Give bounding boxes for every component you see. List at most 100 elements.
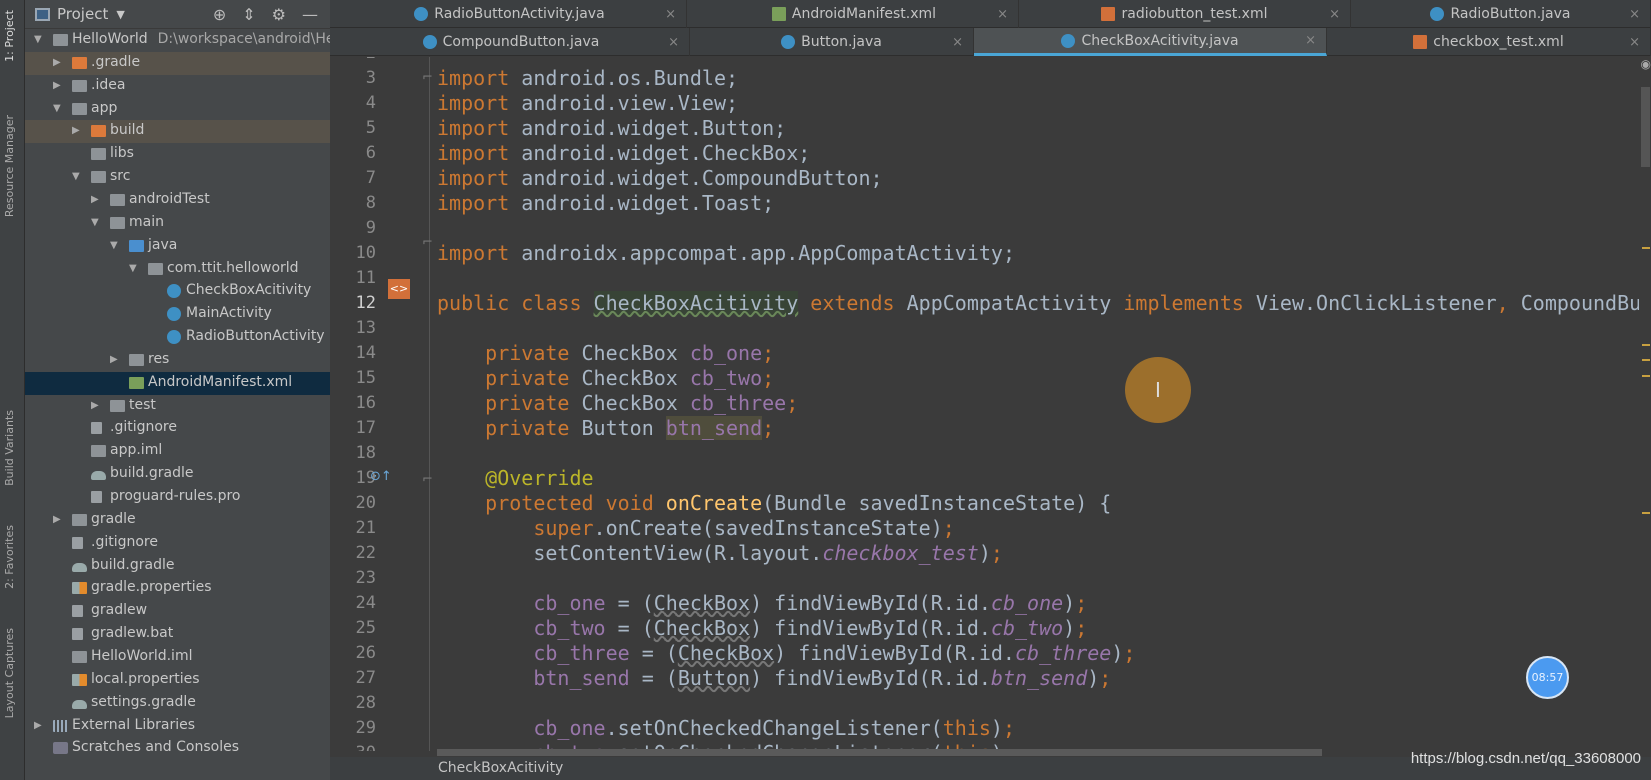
tree-item[interactable]: ▶ res bbox=[25, 349, 330, 372]
close-icon[interactable]: × bbox=[1629, 35, 1640, 50]
locate-icon[interactable]: ⊕ bbox=[213, 5, 226, 24]
tree-item[interactable]: ▼ src bbox=[25, 166, 330, 189]
tree-item[interactable]: settings.gradle bbox=[25, 692, 330, 715]
fold-icon[interactable]: ⌐ bbox=[422, 235, 433, 250]
tree-item[interactable]: RadioButtonActivity bbox=[25, 326, 330, 349]
tree-item[interactable]: build.gradle bbox=[25, 555, 330, 578]
project-view-title[interactable]: Project bbox=[57, 5, 108, 23]
collapse-arrow-icon[interactable]: ▶ bbox=[72, 125, 80, 136]
code-line[interactable]: 2 bbox=[330, 57, 1651, 66]
tree-item[interactable]: ▶ build bbox=[25, 120, 330, 144]
code-line[interactable]: 14 private CheckBox cb_one; bbox=[330, 341, 1651, 366]
code-line[interactable]: 20 protected void onCreate(Bundle savedI… bbox=[330, 491, 1651, 516]
collapse-arrow-icon[interactable]: ▶ bbox=[91, 400, 99, 411]
code-line[interactable]: 11 bbox=[330, 266, 1651, 291]
tree-item[interactable]: HelloWorld.iml bbox=[25, 646, 330, 669]
tree-item[interactable]: local.properties bbox=[25, 669, 330, 692]
code-editor[interactable]: 23import android.os.Bundle;4import andro… bbox=[330, 57, 1651, 751]
tree-item[interactable]: ▶ .gradle bbox=[25, 51, 330, 75]
tree-item[interactable]: Scratches and Consoles bbox=[25, 737, 330, 760]
tab-radiobutton-test-xml[interactable]: radiobutton_test.xml × bbox=[1019, 0, 1351, 28]
code-line[interactable]: 28 bbox=[330, 691, 1651, 716]
tree-item[interactable]: ▶ .idea bbox=[25, 75, 330, 98]
tree-item[interactable]: ▼ HelloWorld D:\workspace\android\Hel bbox=[25, 29, 330, 52]
collapse-arrow-icon[interactable]: ▶ bbox=[34, 720, 42, 731]
eye-icon[interactable]: ◉ bbox=[1641, 57, 1651, 71]
tree-item[interactable]: MainActivity bbox=[25, 303, 330, 326]
tree-item[interactable]: gradlew bbox=[25, 600, 330, 623]
code-line[interactable]: 9 bbox=[330, 216, 1651, 241]
tree-item[interactable]: .gitignore bbox=[25, 532, 330, 555]
tree-item[interactable]: ▶ androidTest bbox=[25, 189, 330, 212]
close-icon[interactable]: × bbox=[1629, 7, 1640, 22]
expand-arrow-icon[interactable]: ▼ bbox=[129, 263, 137, 274]
code-line[interactable]: 27 btn_send = (Button) findViewById(R.id… bbox=[330, 666, 1651, 691]
tab-androidmanifest-xml[interactable]: AndroidManifest.xml × bbox=[690, 0, 1019, 28]
close-icon[interactable]: × bbox=[1329, 7, 1340, 22]
tree-item[interactable]: gradle.properties bbox=[25, 577, 330, 600]
collapse-arrow-icon[interactable]: ▶ bbox=[53, 514, 61, 525]
code-line[interactable]: 17 private Button btn_send; bbox=[330, 415, 1651, 441]
tab-checkboxacitivity-java[interactable]: CheckBoxAcitivity.java × bbox=[974, 28, 1327, 56]
tree-item[interactable]: ▶ gradle bbox=[25, 509, 330, 532]
tree-item[interactable]: ▼ com.ttit.helloworld bbox=[25, 258, 330, 281]
close-icon[interactable]: × bbox=[668, 35, 679, 50]
breadcrumb-class[interactable]: CheckBoxAcitivity bbox=[438, 760, 563, 776]
tree-item[interactable]: proguard-rules.pro bbox=[25, 486, 330, 509]
tool-window-2-favorites[interactable]: 2: Favorites bbox=[3, 525, 16, 589]
code-line[interactable]: 24 cb_one = (CheckBox) findViewById(R.id… bbox=[330, 591, 1651, 616]
tree-item[interactable]: AndroidManifest.xml bbox=[25, 371, 330, 395]
tree-item[interactable]: build.gradle bbox=[25, 463, 330, 486]
expand-arrow-icon[interactable]: ▼ bbox=[34, 34, 42, 45]
code-line[interactable]: 10 import androidx.appcompat.app.AppCompa… bbox=[330, 241, 1651, 266]
expand-arrow-icon[interactable]: ▼ bbox=[91, 217, 99, 228]
close-icon[interactable]: × bbox=[952, 35, 963, 50]
collapse-arrow-icon[interactable]: ▶ bbox=[91, 194, 99, 205]
project-panel-header[interactable]: Project ▼ ⊕ ⇕ ⚙ — bbox=[25, 0, 330, 29]
code-line[interactable]: 23 bbox=[330, 566, 1651, 591]
code-line[interactable]: 12 public class CheckBoxAcitivity extends… bbox=[330, 290, 1651, 316]
expand-arrow-icon[interactable]: ▼ bbox=[72, 171, 80, 182]
horizontal-scrollbar[interactable] bbox=[437, 749, 1322, 756]
vertical-scrollbar[interactable]: ◉ bbox=[1639, 57, 1651, 751]
tab-checkbox-test-xml[interactable]: checkbox_test.xml × bbox=[1327, 28, 1651, 56]
xml-layout-icon[interactable]: <> bbox=[388, 279, 410, 299]
code-line[interactable]: 6 import android.widget.CheckBox; bbox=[330, 141, 1651, 166]
tree-item[interactable]: CheckBoxAcitivity bbox=[25, 280, 330, 303]
tab-button-java[interactable]: Button.java × bbox=[690, 28, 974, 56]
scroll-thumb[interactable] bbox=[1641, 87, 1650, 167]
tree-item[interactable]: ▼ app bbox=[25, 98, 330, 121]
tree-item[interactable]: .gitignore bbox=[25, 417, 330, 440]
tab-radiobuttonactivity-java[interactable]: RadioButtonActivity.java × bbox=[333, 0, 687, 28]
code-line[interactable]: 15 private CheckBox cb_two; bbox=[330, 366, 1651, 391]
code-line[interactable]: 29 cb_one.setOnCheckedChangeListener(thi… bbox=[330, 716, 1651, 741]
code-line[interactable]: 13 bbox=[330, 316, 1651, 341]
tree-item[interactable]: gradlew.bat bbox=[25, 623, 330, 646]
code-line[interactable]: 21 super.onCreate(savedInstanceState); bbox=[330, 516, 1651, 541]
code-line[interactable]: 18 bbox=[330, 441, 1651, 466]
fold-icon[interactable]: ⌐ bbox=[422, 70, 433, 85]
code-line[interactable]: 7 import android.widget.CompoundButton; bbox=[330, 166, 1651, 191]
code-line[interactable]: 3 import android.os.Bundle; bbox=[330, 66, 1651, 91]
tree-item[interactable]: ▶ test bbox=[25, 395, 330, 418]
collapse-icon[interactable]: ⇕ bbox=[242, 5, 255, 24]
collapse-arrow-icon[interactable]: ▶ bbox=[53, 80, 61, 91]
code-line[interactable]: 25 cb_two = (CheckBox) findViewById(R.id… bbox=[330, 616, 1651, 641]
expand-arrow-icon[interactable]: ▼ bbox=[110, 240, 118, 251]
expand-arrow-icon[interactable]: ▼ bbox=[53, 103, 61, 114]
tab-radiobutton-java[interactable]: RadioButton.java × bbox=[1351, 0, 1651, 28]
close-icon[interactable]: × bbox=[997, 7, 1008, 22]
code-line[interactable]: 19 @Override bbox=[330, 466, 1651, 491]
override-icon[interactable]: ⊙↑ bbox=[370, 469, 392, 484]
code-line[interactable]: 22 setContentView(R.layout.checkbox_test… bbox=[330, 541, 1651, 566]
code-line[interactable]: 8 import android.widget.Toast; bbox=[330, 191, 1651, 216]
close-icon[interactable]: × bbox=[665, 7, 676, 22]
tool-window-build-variants[interactable]: Build Variants bbox=[3, 410, 16, 486]
tree-item[interactable]: ▼ main bbox=[25, 212, 330, 235]
gear-icon[interactable]: ⚙ bbox=[272, 5, 286, 24]
tool-window-layout-captures[interactable]: Layout Captures bbox=[3, 628, 16, 718]
tree-item[interactable]: ▼ java bbox=[25, 235, 330, 258]
tree-item[interactable]: ▶ External Libraries bbox=[25, 715, 330, 738]
tool-window-1-project[interactable]: 1: Project bbox=[3, 10, 16, 62]
collapse-arrow-icon[interactable]: ▶ bbox=[53, 57, 61, 68]
